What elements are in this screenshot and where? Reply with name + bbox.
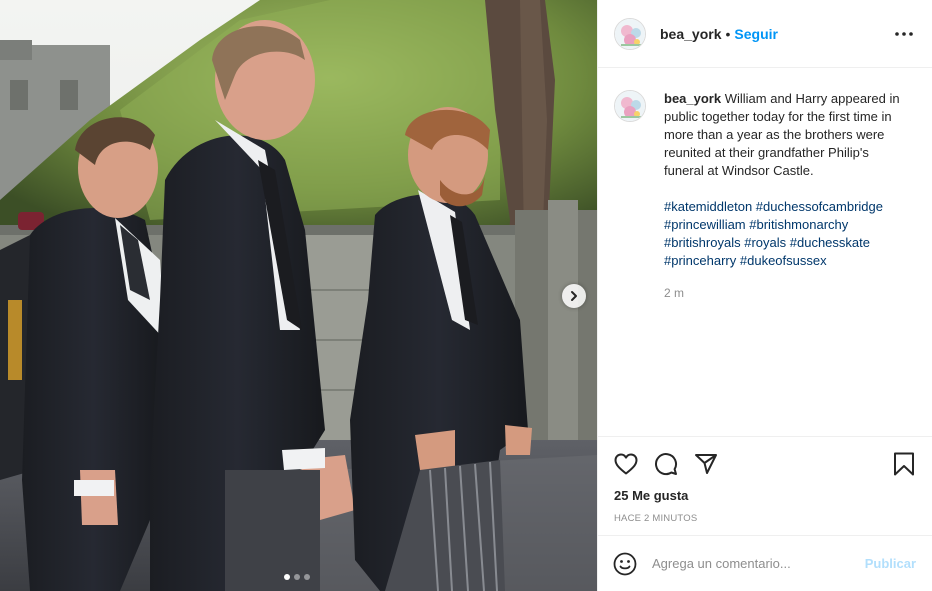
likes-count[interactable]: 25 Me gusta: [598, 488, 932, 506]
avatar[interactable]: [614, 17, 646, 50]
post-time-ago[interactable]: HACE 2 MINUTOS: [598, 513, 932, 529]
hashtag-link[interactable]: #duchesskate: [790, 235, 870, 250]
save-button[interactable]: [890, 450, 918, 478]
emoji-button[interactable]: [612, 551, 638, 577]
comment-input[interactable]: [652, 556, 865, 571]
caption-username[interactable]: bea_york: [664, 91, 721, 106]
publish-button[interactable]: Publicar: [865, 556, 916, 571]
caption-avatar[interactable]: [614, 90, 646, 122]
post-header: bea_york • Seguir: [598, 0, 932, 68]
emoji-icon: [613, 552, 637, 575]
hashtag-link[interactable]: #katemiddleton: [664, 199, 752, 214]
more-options-button[interactable]: [892, 22, 916, 46]
heart-icon: [614, 453, 638, 474]
next-slide-button[interactable]: [562, 284, 586, 308]
hashtag-link[interactable]: #dukeofsussex: [740, 253, 827, 268]
more-options-icon: [895, 31, 913, 36]
post-photo[interactable]: [0, 0, 597, 591]
comment-button[interactable]: [652, 450, 680, 478]
funeral-procession-image: [0, 0, 597, 591]
follow-button[interactable]: Seguir: [734, 26, 778, 42]
comment-bubble-icon: [655, 452, 678, 475]
hashtag-link[interactable]: #britishmonarchy: [749, 217, 848, 232]
share-button[interactable]: [692, 450, 720, 478]
hashtag-list: #katemiddleton #duchessofcambridge #prin…: [664, 198, 909, 270]
action-bar: [598, 436, 932, 490]
hashtag-link[interactable]: #princewilliam: [664, 217, 746, 232]
caption: bea_york William and Harry appeared in p…: [664, 90, 909, 436]
carousel-dot: [304, 574, 310, 580]
avatar-image: [615, 18, 645, 49]
header-username[interactable]: bea_york: [660, 26, 721, 42]
avatar-image: [615, 91, 645, 121]
chevron-right-icon: [571, 291, 577, 301]
add-comment-bar: Publicar: [598, 535, 932, 591]
hashtag-link[interactable]: #duchessofcambridge: [756, 199, 883, 214]
carousel-dot: [294, 574, 300, 580]
hashtag-link[interactable]: #royals: [744, 235, 786, 250]
paper-plane-icon: [695, 453, 717, 474]
header-separator: •: [725, 25, 731, 42]
carousel-dot: [284, 574, 290, 580]
hashtag-link[interactable]: #britishroyals: [664, 235, 741, 250]
bookmark-icon: [894, 452, 914, 475]
comments-section: bea_york William and Harry appeared in p…: [598, 68, 932, 436]
like-button[interactable]: [612, 450, 640, 478]
carousel-indicator: [284, 574, 310, 580]
hashtag-link[interactable]: #princeharry: [664, 253, 736, 268]
instagram-post-modal: bea_york • Seguir bea_york William and H…: [0, 0, 932, 591]
caption-timestamp[interactable]: 2 m: [664, 284, 909, 302]
post-side-panel: bea_york • Seguir bea_york William and H…: [597, 0, 932, 591]
